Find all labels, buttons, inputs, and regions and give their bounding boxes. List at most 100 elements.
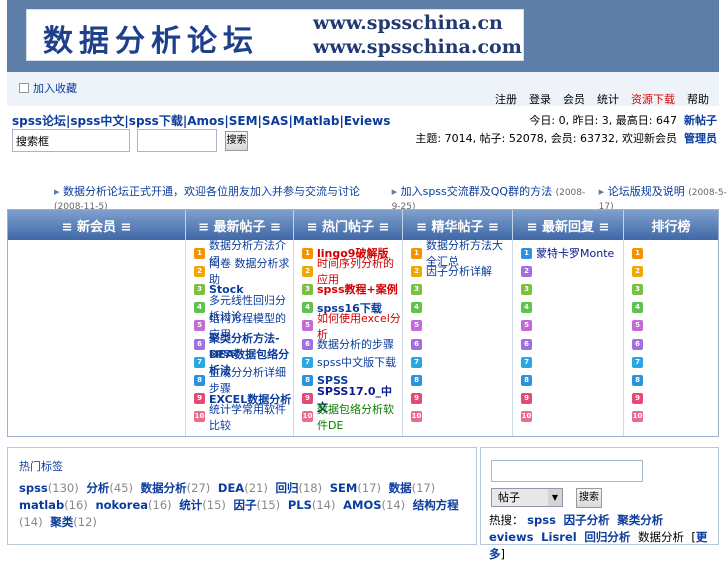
post-link[interactable]: 数据包络分析软件DE	[317, 401, 402, 433]
list-item[interactable]: 7 spss中文版下载	[294, 353, 402, 371]
hot-search-link[interactable]: 回归分析	[584, 530, 630, 544]
tag-link[interactable]: nokorea(16)	[95, 498, 171, 512]
hot-search-link[interactable]: 聚类分析	[617, 513, 663, 527]
tag-link[interactable]: 聚类(12)	[50, 515, 97, 529]
post-link[interactable]: spss教程+案例	[317, 281, 398, 297]
side-search-button[interactable]: 搜索	[576, 488, 602, 508]
search-type-select[interactable]: 帖子 ▼	[491, 488, 563, 507]
tag-link[interactable]: 数据(17)	[389, 481, 436, 495]
tag-link[interactable]: matlab(16)	[19, 498, 88, 512]
side-search-input[interactable]	[491, 460, 643, 482]
list-item[interactable]: 2 时间序列分析的应用	[294, 257, 402, 286]
rank-8-icon: 8	[411, 374, 422, 386]
list-item[interactable]: 10 数据包络分析软件DE	[294, 403, 402, 432]
rank-2-icon: 2	[521, 265, 532, 277]
rank-9-icon: 9	[411, 393, 422, 405]
announcement-item[interactable]: ▸ 加入spss交流群及QQ群的方法 (2008-9-25)	[392, 183, 587, 212]
tag-link[interactable]: 分析(45)	[86, 481, 133, 495]
rank-2-icon: 2	[632, 265, 643, 277]
hot-searches-label: 热搜：	[489, 513, 524, 527]
rank-5-icon: 5	[194, 320, 205, 332]
tag-link[interactable]: spss(130)	[19, 481, 79, 495]
rank-4-icon: 4	[302, 302, 313, 314]
search-secondary-input[interactable]	[137, 129, 217, 152]
list-item[interactable]: 1 蒙特卡罗Monte	[513, 244, 623, 262]
rank-1-icon: 1	[411, 247, 422, 259]
search-input[interactable]: 搜索框	[12, 129, 130, 152]
add-favorite-link[interactable]: 加入收藏	[33, 80, 77, 96]
nav-help[interactable]: 帮助	[687, 91, 709, 107]
list-item: 3	[403, 280, 512, 298]
search-button[interactable]: 搜索	[225, 131, 248, 151]
announcement-item[interactable]: ▸ 数据分析论坛正式开通，欢迎各位朋友加入并参与交流与讨论 (2008-11-5…	[54, 183, 380, 212]
hot-search-link[interactable]: spss	[527, 513, 556, 527]
latest-posts-column: 1 数据分析方法介绍 2 问卷 数据分析求助 3 Stock 4 多元线性回归分析讨论 …	[186, 239, 294, 436]
hot-searches: 热搜： spss 因子分析 聚类分析 eviews Lisrel 回归分析 数据…	[489, 513, 708, 561]
tab-latest-replies[interactable]: ≡ 最新回复 ≡	[513, 210, 624, 240]
tag-link[interactable]: SEM(17)	[330, 481, 381, 495]
post-link[interactable]: 统计学常用软件比较	[209, 401, 293, 433]
logo-chinese-title: 数据分析论坛	[43, 24, 259, 59]
nav-stats[interactable]: 统计	[597, 91, 619, 107]
hot-search-trailing[interactable]: 数据分析	[638, 530, 684, 544]
tab-latest-posts[interactable]: ≡ 最新帖子 ≡	[186, 210, 294, 240]
add-favorite[interactable]: 加入收藏	[19, 80, 77, 96]
tag-cloud: spss(130) 分析(45) 数据分析(27) DEA(21) 回归(18)…	[19, 480, 469, 531]
nav-members[interactable]: 会员	[563, 91, 585, 107]
side-search-panel: 帖子 ▼ 搜索 热搜： spss 因子分析 聚类分析 eviews Lisrel…	[480, 447, 719, 561]
rank-3-icon: 3	[194, 283, 205, 295]
rank-3-icon: 3	[411, 283, 422, 295]
post-link[interactable]: 蒙特卡罗Monte	[536, 245, 614, 261]
list-item[interactable]: 3 spss教程+案例	[294, 280, 402, 298]
announcement-link[interactable]: 数据分析论坛正式开通，欢迎各位朋友加入并参与交流与讨论	[63, 185, 360, 198]
tag-link[interactable]: 因子(15)	[234, 498, 281, 512]
rank-10-icon: 10	[632, 411, 643, 423]
nav-login[interactable]: 登录	[529, 91, 551, 107]
list-item: 3	[624, 280, 718, 298]
newest-member-link[interactable]: 管理员	[684, 132, 717, 145]
tag-link[interactable]: DEA(21)	[218, 481, 268, 495]
tab-ranking[interactable]: 排行榜	[624, 210, 718, 240]
hot-search-link[interactable]: Lisrel	[541, 530, 577, 544]
rank-1-icon: 1	[521, 247, 532, 259]
list-item[interactable]: 5 如何使用excel分析	[294, 312, 402, 341]
list-item[interactable]: 1 数据分析方法大全汇总	[403, 239, 512, 268]
post-link[interactable]: 数据分析的步骤	[317, 336, 394, 352]
new-posts-link[interactable]: 新帖子	[684, 114, 717, 127]
announcement-link[interactable]: 加入spss交流群及QQ群的方法	[401, 185, 553, 198]
nav-register[interactable]: 注册	[495, 91, 517, 107]
announcement-link[interactable]: 论坛版规及说明	[608, 185, 685, 198]
tab-new-members[interactable]: ≡ 新会员 ≡	[8, 210, 186, 240]
hot-posts-column: 1 lingo9破解版 2 时间序列分析的应用 3 spss教程+案例 4 spss16…	[294, 240, 403, 436]
logo-url-cn: www.spsschina.cn	[313, 12, 503, 34]
post-link[interactable]: spss中文版下载	[317, 354, 396, 370]
tag-link[interactable]: 统计(15)	[179, 498, 226, 512]
nav-downloads[interactable]: 资源下载	[631, 91, 675, 107]
board-header: ≡ 新会员 ≡ ≡ 最新帖子 ≡ ≡ 热门帖子 ≡ ≡ 精华帖子 ≡ ≡ 最新回…	[8, 210, 718, 240]
tag-link[interactable]: 回归(18)	[275, 481, 322, 495]
rank-1-icon: 1	[194, 247, 205, 259]
announcement-item[interactable]: ▸ 论坛版规及说明 (2008-5-17)	[599, 183, 727, 212]
tag-link[interactable]: 数据分析(27)	[141, 481, 211, 495]
logo-url-com: www.spsschina.com	[313, 36, 522, 58]
tab-hot-posts[interactable]: ≡ 热门帖子 ≡	[294, 210, 403, 240]
forum-category-links[interactable]: spss论坛|spss中文|spss下载|Amos|SEM|SAS|Matlab…	[12, 112, 390, 129]
hot-search-link[interactable]: 因子分析	[564, 513, 610, 527]
rank-6-icon: 6	[521, 338, 532, 350]
site-banner: 数据分析论坛 www.spsschina.cn www.spsschina.co…	[7, 0, 719, 72]
list-item[interactable]: 6 数据分析的步骤	[294, 335, 402, 353]
hot-search-link[interactable]: eviews	[489, 530, 534, 544]
list-item[interactable]: 8 主成分分析详细步骤	[186, 366, 293, 395]
rank-10-icon: 10	[521, 411, 532, 423]
post-link[interactable]: 因子分析详解	[426, 263, 492, 279]
list-item[interactable]: 2 问卷 数据分析求助	[186, 257, 293, 286]
list-item: 9	[624, 390, 718, 408]
list-item[interactable]: 10 统计学常用软件比较	[186, 403, 293, 432]
site-logo[interactable]: 数据分析论坛 www.spsschina.cn www.spsschina.co…	[26, 9, 524, 61]
chevron-down-icon[interactable]: ▼	[548, 489, 562, 506]
rank-2-icon: 2	[302, 265, 313, 277]
tag-link[interactable]: AMOS(14)	[343, 498, 405, 512]
tab-digest-posts[interactable]: ≡ 精华帖子 ≡	[403, 210, 513, 240]
tag-link[interactable]: PLS(14)	[288, 498, 336, 512]
list-item: 8	[403, 371, 512, 389]
